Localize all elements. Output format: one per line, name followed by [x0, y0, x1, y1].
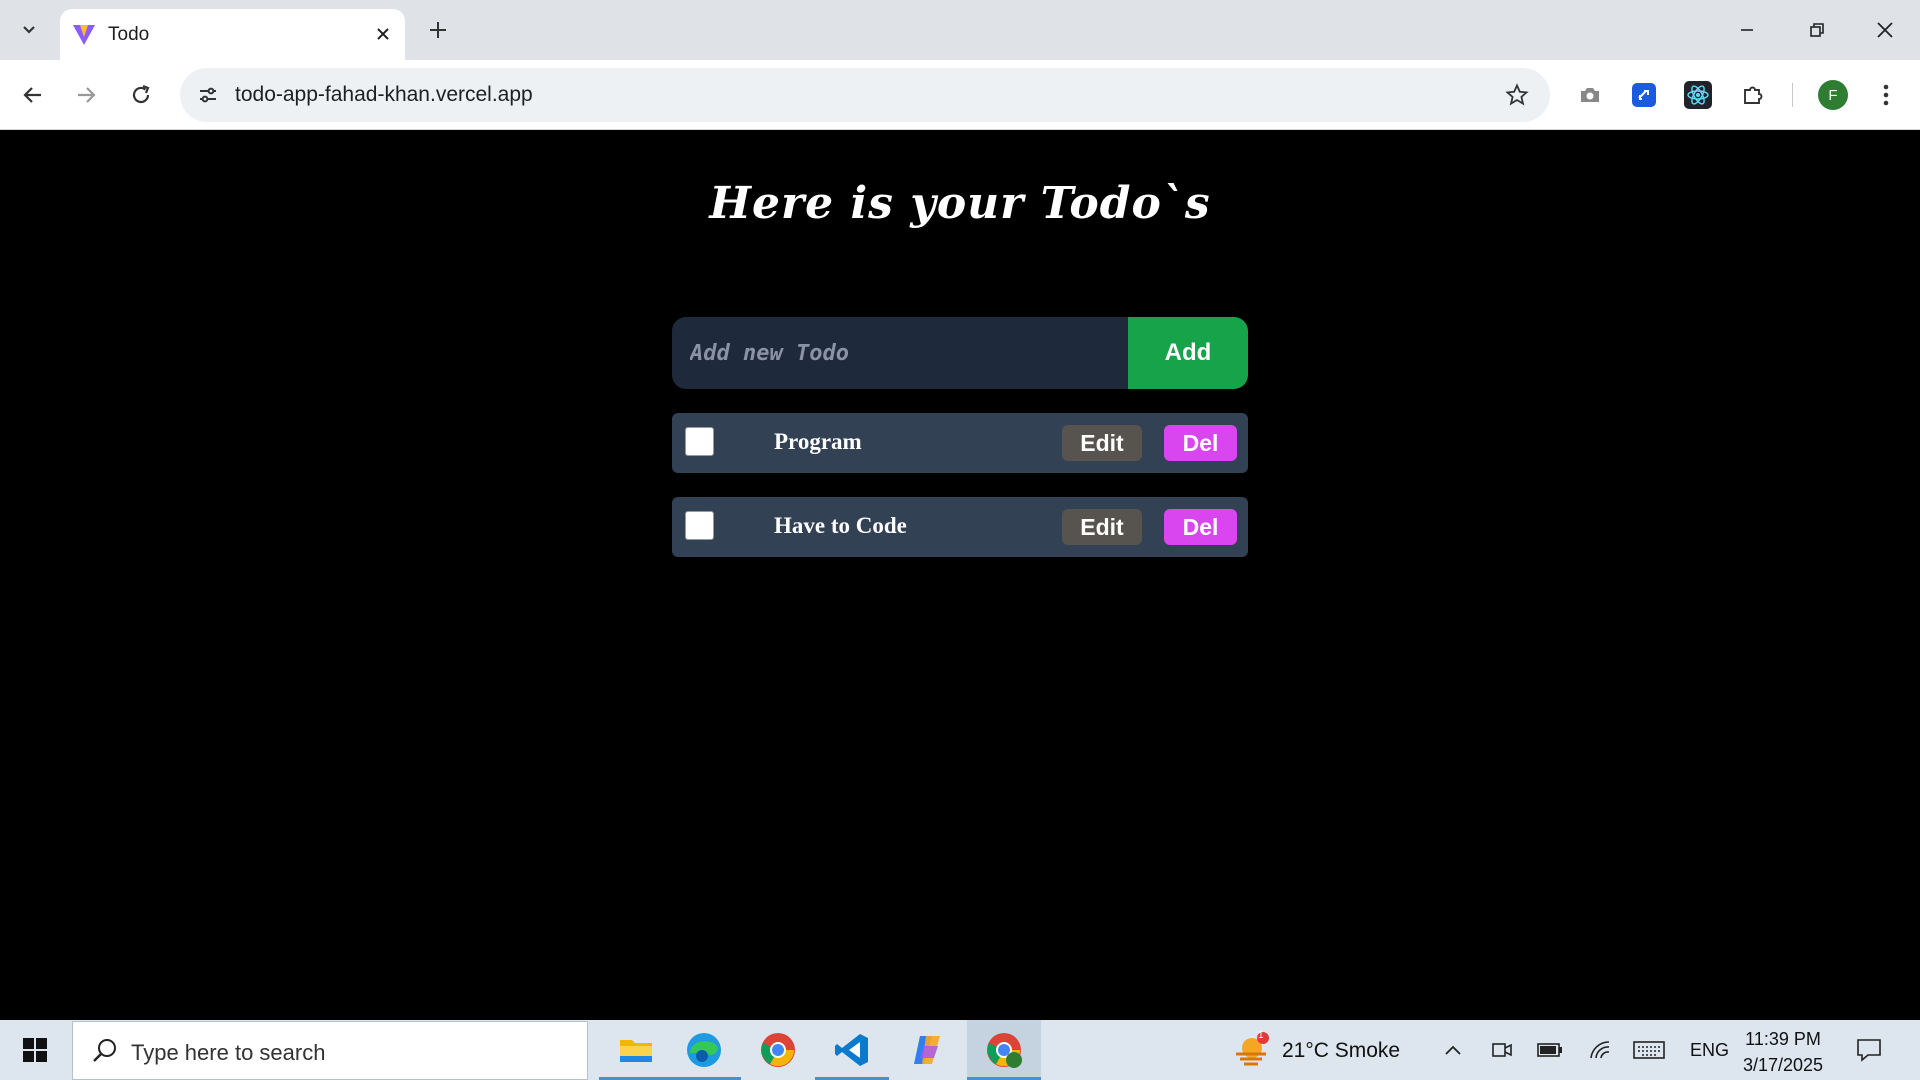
- todo-app-page: Here is your Todo`s Add Program Edit Del…: [0, 131, 1920, 1020]
- wifi-icon: [1590, 1041, 1610, 1059]
- chrome-profile-icon: [987, 1033, 1022, 1068]
- battery-button[interactable]: [1533, 1034, 1567, 1066]
- windows-logo-icon: [23, 1038, 47, 1062]
- restore-icon: [1810, 23, 1824, 37]
- browser-toolbar: todo-app-fahad-khan.vercel.app F: [0, 60, 1920, 130]
- todo-checkbox[interactable]: [685, 427, 714, 456]
- toolbar-divider: [1792, 83, 1793, 107]
- folder-icon: [620, 1040, 652, 1062]
- chevron-up-icon: [1445, 1045, 1461, 1055]
- more-vertical-icon: [1883, 84, 1889, 106]
- browser-tab-active[interactable]: Todo: [60, 9, 405, 60]
- tab-search-button[interactable]: [11, 12, 47, 48]
- reload-button[interactable]: [121, 75, 161, 115]
- taskbar-search-box[interactable]: Type here to search: [72, 1021, 588, 1080]
- windows-taskbar: Type here to search 1 21°C Smoke ENG 11:…: [0, 1020, 1920, 1080]
- copilot-icon: [914, 1036, 940, 1064]
- browser-tab-strip: Todo: [0, 0, 1920, 60]
- plus-icon: [430, 22, 446, 38]
- extensions-menu-button[interactable]: [1733, 75, 1773, 115]
- todo-text: Program: [774, 429, 862, 454]
- search-placeholder: Type here to search: [131, 1040, 326, 1065]
- arrow-right-icon: [78, 87, 96, 103]
- chrome-icon: [761, 1033, 795, 1067]
- battery-icon: [1537, 1043, 1562, 1057]
- delete-todo-button[interactable]: Del: [1164, 509, 1237, 545]
- react-icon: [1684, 81, 1712, 109]
- todo-item: Have to Code Edit Del: [672, 497, 1248, 557]
- meet-now-button[interactable]: [1485, 1034, 1519, 1066]
- weather-alert-badge: 1: [1258, 1030, 1264, 1041]
- smoke-weather-icon: [1236, 1032, 1269, 1066]
- star-icon: [1505, 83, 1529, 106]
- network-button[interactable]: [1582, 1034, 1616, 1066]
- site-info-button[interactable]: [190, 77, 226, 113]
- taskbar-edge[interactable]: [667, 1020, 741, 1080]
- tab-close-button[interactable]: [369, 20, 397, 48]
- delete-todo-button[interactable]: Del: [1164, 425, 1237, 461]
- reload-icon: [132, 84, 150, 104]
- screenshot-extension-button[interactable]: [1570, 75, 1610, 115]
- edit-todo-button[interactable]: Edit: [1062, 425, 1142, 461]
- close-window-button[interactable]: [1850, 0, 1920, 60]
- puzzle-icon: [1744, 86, 1763, 104]
- clock[interactable]: 11:39 PM 3/17/2025: [1738, 1026, 1828, 1078]
- start-button[interactable]: [0, 1020, 70, 1080]
- clock-date: 3/17/2025: [1742, 1055, 1824, 1075]
- back-button[interactable]: [13, 75, 53, 115]
- chevron-down-icon: [23, 26, 35, 34]
- close-icon: [377, 28, 389, 40]
- tune-icon: [200, 87, 216, 103]
- show-hidden-icons-button[interactable]: [1436, 1034, 1470, 1066]
- minimize-icon: [1741, 29, 1753, 31]
- bookmark-button[interactable]: [1500, 78, 1534, 112]
- close-icon: [1877, 22, 1893, 38]
- edit-todo-button[interactable]: Edit: [1062, 509, 1142, 545]
- keyboard-icon: [1633, 1041, 1665, 1059]
- address-bar[interactable]: todo-app-fahad-khan.vercel.app: [180, 68, 1550, 122]
- vite-favicon-icon: [73, 25, 95, 45]
- touch-keyboard-button[interactable]: [1632, 1034, 1666, 1066]
- new-tab-button[interactable]: [420, 12, 456, 48]
- notifications-button[interactable]: [1852, 1033, 1886, 1067]
- todo-text: Have to Code: [774, 513, 907, 538]
- taskbar-chrome-profile[interactable]: [967, 1020, 1041, 1080]
- language-indicator[interactable]: ENG: [1690, 1040, 1729, 1061]
- profile-avatar[interactable]: F: [1818, 80, 1848, 110]
- todo-checkbox[interactable]: [685, 511, 714, 540]
- search-icon: [93, 1039, 116, 1062]
- edge-icon: [687, 1033, 721, 1067]
- restore-button[interactable]: [1782, 0, 1852, 60]
- notification-icon: [1857, 1039, 1881, 1062]
- camera-icon: [1581, 88, 1599, 102]
- taskbar-chrome[interactable]: [741, 1020, 815, 1080]
- react-devtools-button[interactable]: [1678, 75, 1718, 115]
- taskbar-copilot[interactable]: [891, 1020, 965, 1080]
- taskbar-file-explorer[interactable]: [599, 1020, 673, 1080]
- url-text: todo-app-fahad-khan.vercel.app: [235, 83, 533, 106]
- extension-logo-icon: [1632, 83, 1656, 107]
- tab-title: Todo: [108, 24, 150, 45]
- weather-widget[interactable]: 1 21°C Smoke: [1230, 1030, 1410, 1068]
- extension-blue-button[interactable]: [1624, 75, 1664, 115]
- weather-text: 21°C Smoke: [1282, 1039, 1401, 1062]
- add-todo-button[interactable]: Add: [1128, 317, 1248, 389]
- browser-menu-button[interactable]: [1866, 75, 1906, 115]
- video-icon: [1492, 1043, 1512, 1057]
- page-title: Here is your Todo`s: [709, 178, 1211, 229]
- vscode-icon: [835, 1034, 868, 1066]
- arrow-left-icon: [23, 87, 41, 103]
- minimize-button[interactable]: [1712, 0, 1782, 60]
- forward-button[interactable]: [66, 75, 106, 115]
- clock-time: 11:39 PM: [1745, 1029, 1821, 1049]
- new-todo-input[interactable]: [672, 317, 1132, 389]
- taskbar-vscode[interactable]: [815, 1020, 889, 1080]
- todo-item: Program Edit Del: [672, 413, 1248, 473]
- add-todo-form: Add: [672, 317, 1248, 389]
